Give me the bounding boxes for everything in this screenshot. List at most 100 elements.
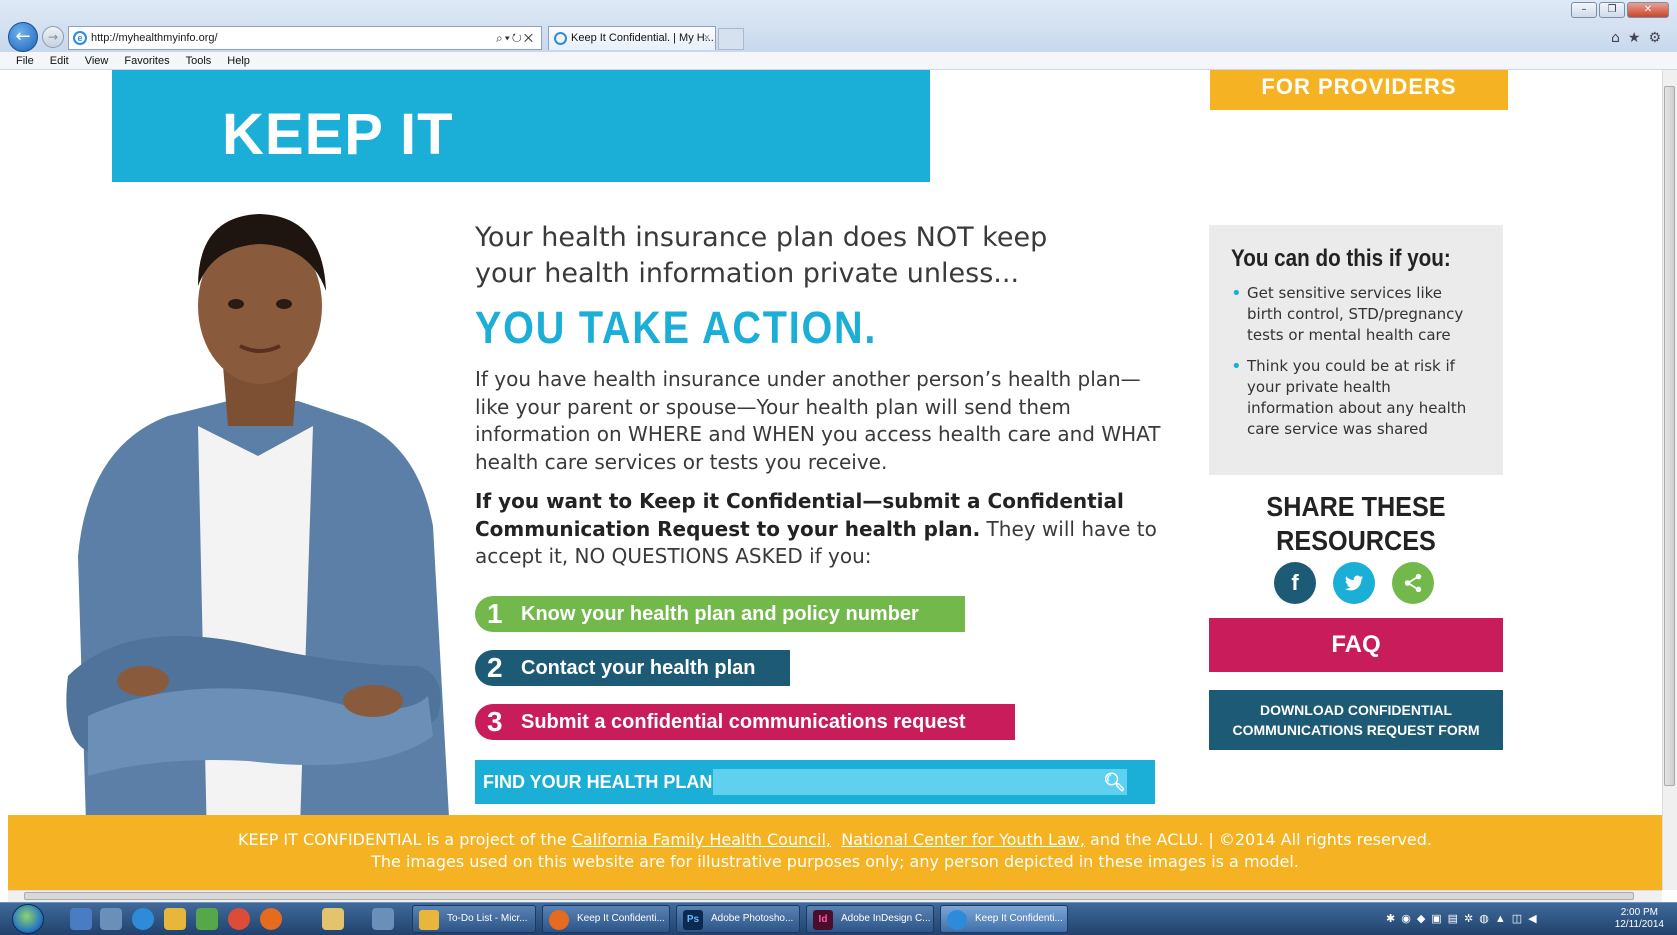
step-2[interactable]: 2 Contact your health plan (475, 650, 790, 686)
download-form-button[interactable]: DOWNLOAD CONFIDENTIAL COMMUNICATIONS REQ… (1209, 690, 1503, 750)
step-3[interactable]: 3 Submit a confidential communications r… (475, 704, 1015, 740)
faq-button[interactable]: FAQ (1209, 618, 1503, 672)
menu-edit[interactable]: Edit (50, 52, 69, 69)
you-can-panel: You can do this if you: Get sensitive se… (1209, 225, 1503, 475)
forward-button[interactable]: → (42, 26, 64, 48)
browser-tools: ⌂★⚙ (1611, 30, 1669, 46)
outlook-icon (419, 910, 439, 930)
tab-close-icon[interactable]: × (704, 27, 710, 49)
task-firefox[interactable]: Keep It Confidenti... (542, 905, 670, 933)
download-form-line2: COMMUNICATIONS REQUEST FORM (1232, 722, 1480, 738)
tab-active[interactable]: Keep It Confidential. | My H... × (548, 26, 716, 50)
share-icon[interactable] (1392, 562, 1434, 604)
you-can-title: You can do this if you: (1231, 245, 1451, 272)
ie-icon (947, 910, 967, 930)
step-label: Contact your health plan (521, 657, 756, 679)
clock[interactable]: 2:00 PM 12/11/2014 (1615, 907, 1664, 931)
task-label: To-Do List - Micr... (447, 913, 528, 924)
task-todo[interactable]: To-Do List - Micr... (412, 905, 536, 933)
vertical-scroll-thumb[interactable] (1664, 86, 1675, 786)
find-health-plan-bar: FIND YOUR HEALTH PLAN 🔍︎ (475, 760, 1155, 804)
menu-tools[interactable]: Tools (186, 52, 212, 69)
back-button[interactable]: ← (8, 22, 38, 52)
menu-bar: File Edit View Favorites Tools Help (0, 52, 1677, 70)
list-item: Get sensitive services like birth contro… (1231, 283, 1481, 346)
step-label: Submit a confidential communications req… (521, 711, 966, 733)
task-label: Adobe InDesign C... (841, 913, 931, 924)
hero-banner: KEEP IT CONFIDENTIAL. (112, 70, 930, 257)
firefox-icon (549, 910, 569, 930)
network-icon[interactable] (372, 908, 394, 930)
share-heading-line1: SHARE THESE (1266, 491, 1446, 522)
footer: KEEP IT CONFIDENTIAL is a project of the… (8, 815, 1662, 890)
chrome-icon[interactable] (228, 908, 250, 930)
explanation-paragraph: If you have health insurance under anoth… (475, 367, 1161, 474)
intro-text: Your health insurance plan does NOT keep… (475, 222, 1048, 289)
gear-icon[interactable]: ⚙ (1648, 30, 1669, 46)
tray-icons[interactable]: ✱◉◆▣▤✲◍▲◫◀ (1386, 912, 1543, 925)
task-ie[interactable]: Keep It Confidenti... (940, 905, 1068, 933)
show-desktop-icon[interactable] (70, 908, 92, 930)
task-label: Keep It Confidenti... (975, 913, 1063, 924)
facebook-icon[interactable]: f (1274, 562, 1316, 604)
share-heading-line2: RESOURCES (1276, 525, 1436, 556)
clock-time: 2:00 PM (1620, 907, 1658, 918)
task-label: Keep It Confidenti... (577, 913, 665, 924)
action-heading: YOU TAKE ACTION. (475, 302, 878, 353)
find-health-plan-input[interactable] (713, 769, 1127, 795)
minimize-icon[interactable]: – (1571, 2, 1597, 18)
woman-photo (66, 214, 453, 890)
search-icon[interactable]: 🔍︎ (1103, 769, 1126, 795)
step-number: 1 (487, 598, 503, 629)
ie-icon[interactable] (132, 908, 154, 930)
ie-icon: e (73, 31, 87, 45)
restore-icon[interactable]: ❐ (1599, 2, 1625, 18)
screen: – ❐ ✕ ← → e http://myhealthmyinfo.org/ ⌕… (0, 0, 1677, 935)
tab-title: Keep It Confidential. | My H... (571, 32, 714, 44)
footer-link-ncyl[interactable]: National Center for Youth Law, (841, 830, 1085, 849)
clock-date: 12/11/2014 (1614, 919, 1664, 930)
menu-help[interactable]: Help (227, 52, 250, 69)
system-tray: ✱◉◆▣▤✲◍▲◫◀ 2:00 PM 12/11/2014 (1380, 905, 1670, 933)
ie-icon (554, 32, 567, 45)
footer-line2: The images used on this website are for … (371, 852, 1299, 871)
footer-line1: KEEP IT CONFIDENTIAL is a project of the… (8, 829, 1662, 851)
horizontal-scroll-thumb[interactable] (24, 892, 1634, 900)
menu-favorites[interactable]: Favorites (124, 52, 169, 69)
address-bar[interactable]: e http://myhealthmyinfo.org/ ⌕▾↻✕ (68, 26, 542, 50)
twitter-icon[interactable] (1333, 562, 1375, 604)
folder-icon[interactable] (322, 908, 344, 930)
menu-file[interactable]: File (16, 52, 34, 69)
share-heading: SHARE THESE RESOURCES (1224, 490, 1489, 558)
footer-prefix: KEEP IT CONFIDENTIAL is a project of the (237, 830, 572, 849)
menu-view[interactable]: View (85, 52, 109, 69)
step-number: 2 (487, 652, 503, 683)
address-url: http://myhealthmyinfo.org/ (91, 32, 218, 44)
task-photoshop[interactable]: Ps Adobe Photosho... (676, 905, 800, 933)
close-icon[interactable]: ✕ (1627, 2, 1669, 18)
request-paragraph: If you want to Keep it Confidential—subm… (475, 488, 1175, 571)
download-form-line1: DOWNLOAD CONFIDENTIAL (1259, 702, 1453, 718)
list-item: Think you could be at risk if your priva… (1231, 356, 1481, 440)
favorites-icon[interactable]: ★ (1628, 30, 1649, 46)
find-health-plan-label: FIND YOUR HEALTH PLAN (483, 772, 713, 792)
home-icon[interactable]: ⌂ (1611, 30, 1628, 46)
start-button[interactable] (12, 904, 44, 934)
firefox-icon[interactable] (260, 908, 282, 930)
window-switcher-icon[interactable] (100, 908, 122, 930)
app-icon[interactable] (196, 908, 218, 930)
task-label: Adobe Photosho... (711, 913, 794, 924)
footer-link-cfhc[interactable]: California Family Health Council, (572, 830, 831, 849)
step-1[interactable]: 1 Know your health plan and policy numbe… (475, 596, 965, 632)
you-can-list: Get sensitive services like birth contro… (1231, 283, 1481, 440)
photoshop-icon: Ps (683, 910, 703, 930)
for-providers-button[interactable]: FOR PROVIDERS (1210, 70, 1508, 110)
new-tab-button[interactable] (718, 28, 744, 50)
outlook-icon[interactable] (164, 908, 186, 930)
address-tools[interactable]: ⌕▾↻✕ (496, 27, 535, 49)
step-number: 3 (487, 706, 503, 737)
indesign-icon: Id (813, 910, 833, 930)
window-controls: – ❐ ✕ (1571, 2, 1669, 18)
step-label: Know your health plan and policy number (521, 603, 919, 625)
task-indesign[interactable]: Id Adobe InDesign C... (806, 905, 934, 933)
